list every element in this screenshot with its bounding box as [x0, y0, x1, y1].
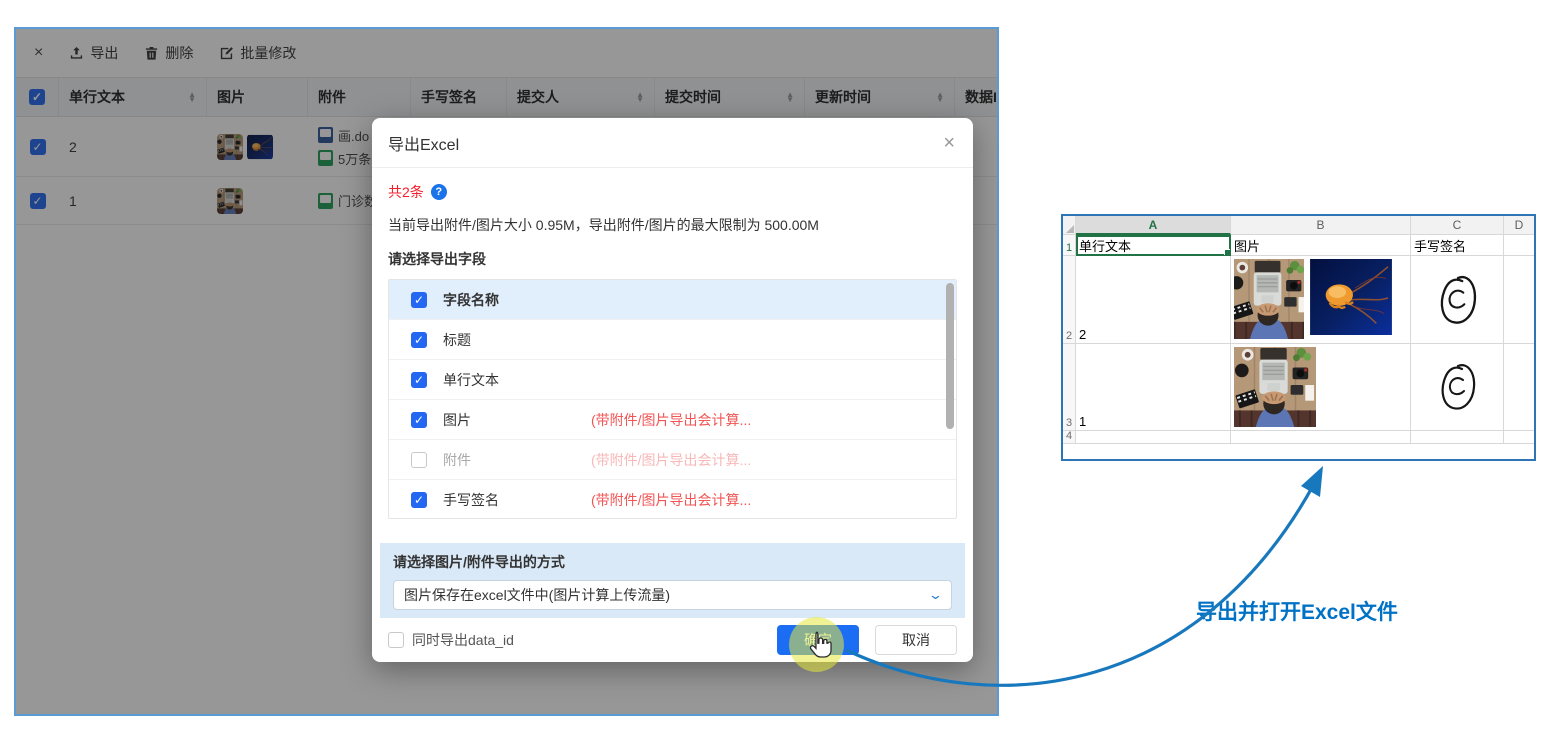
close-icon[interactable]: ×	[943, 132, 955, 155]
excel-row-number: 4	[1063, 431, 1076, 444]
data-id-checkbox[interactable]: ✓	[388, 632, 404, 648]
signature-drawing	[1436, 272, 1478, 328]
dialog-header: 导出Excel ×	[372, 118, 973, 168]
excel-row-number: 3	[1063, 344, 1076, 431]
excel-cell-c3	[1411, 344, 1504, 431]
fields-section-label: 请选择导出字段	[388, 249, 957, 269]
excel-cell-b3	[1231, 344, 1411, 431]
dialog-title: 导出Excel	[388, 131, 459, 155]
desk-photo	[1234, 347, 1316, 427]
help-icon[interactable]: ?	[431, 184, 447, 200]
scrollbar-thumb[interactable]	[946, 283, 954, 429]
field-row-single-text[interactable]: ✓ 单行文本	[389, 360, 956, 400]
field-checkbox[interactable]: ✓	[411, 452, 427, 468]
excel-cell-c1: 手写签名	[1411, 235, 1504, 256]
field-row-signature[interactable]: ✓ 手写签名 (带附件/图片导出会计算...	[389, 480, 956, 519]
field-checkbox[interactable]: ✓	[411, 412, 427, 428]
dialog-footer: ✓ 同时导出data_id 确定 取消	[372, 618, 973, 662]
export-size-text: 当前导出附件/图片大小 0.95M，导出附件/图片的最大限制为 500.00M	[388, 215, 957, 235]
field-row-attachment[interactable]: ✓ 附件 (带附件/图片导出会计算...	[389, 440, 956, 480]
export-mode-panel: 请选择图片/附件导出的方式 图片保存在excel文件中(图片计算上传流量) ⌄	[380, 543, 965, 618]
excel-col-header-a: A	[1076, 216, 1231, 235]
field-checkbox[interactable]: ✓	[411, 292, 427, 308]
excel-row-number: 2	[1063, 256, 1076, 344]
record-count: 共2条	[388, 182, 424, 202]
mode-section-label: 请选择图片/附件导出的方式	[393, 552, 952, 572]
select-value: 图片保存在excel文件中(图片计算上传流量)	[404, 585, 670, 605]
excel-preview-window: A B C D 1 单行文本 图片 手写签名 2 2 3 1 4	[1061, 214, 1536, 461]
hand-cursor-icon	[806, 631, 832, 659]
excel-cell-a2: 2	[1076, 256, 1231, 344]
desk-photo	[1234, 259, 1304, 339]
select-all-corner	[1063, 216, 1076, 235]
excel-cell-b2	[1231, 256, 1411, 344]
field-checkbox[interactable]: ✓	[411, 372, 427, 388]
export-mode-select[interactable]: 图片保存在excel文件中(图片计算上传流量) ⌄	[393, 580, 952, 610]
chevron-down-icon: ⌄	[928, 587, 943, 603]
export-excel-dialog: 导出Excel × 共2条 ? 当前导出附件/图片大小 0.95M，导出附件/图…	[372, 118, 973, 662]
excel-row-number: 1	[1063, 235, 1076, 256]
field-checkbox[interactable]: ✓	[411, 492, 427, 508]
excel-cell-c2	[1411, 256, 1504, 344]
cancel-button[interactable]: 取消	[875, 625, 957, 655]
excel-col-header-c: C	[1411, 216, 1504, 235]
field-checkbox[interactable]: ✓	[411, 332, 427, 348]
export-caption: 导出并打开Excel文件	[1196, 596, 1398, 626]
scrollbar[interactable]	[946, 283, 954, 515]
excel-cell-b1: 图片	[1231, 235, 1411, 256]
excel-col-header-b: B	[1231, 216, 1411, 235]
export-data-id-option[interactable]: ✓ 同时导出data_id	[388, 630, 514, 650]
excel-cell-a1: 单行文本	[1076, 235, 1231, 256]
excel-col-header-d: D	[1504, 216, 1534, 235]
export-fields-list: ✓ 字段名称 ✓ 标题 ✓ 单行文本 ✓ 图片 (带附件/图片导出会计算... …	[388, 279, 957, 519]
excel-cell-a3: 1	[1076, 344, 1231, 431]
jellyfish-photo	[1310, 259, 1392, 335]
field-row-title[interactable]: ✓ 标题	[389, 320, 956, 360]
field-row-header-name[interactable]: ✓ 字段名称	[389, 280, 956, 320]
field-row-image[interactable]: ✓ 图片 (带附件/图片导出会计算...	[389, 400, 956, 440]
signature-drawing	[1437, 360, 1477, 414]
